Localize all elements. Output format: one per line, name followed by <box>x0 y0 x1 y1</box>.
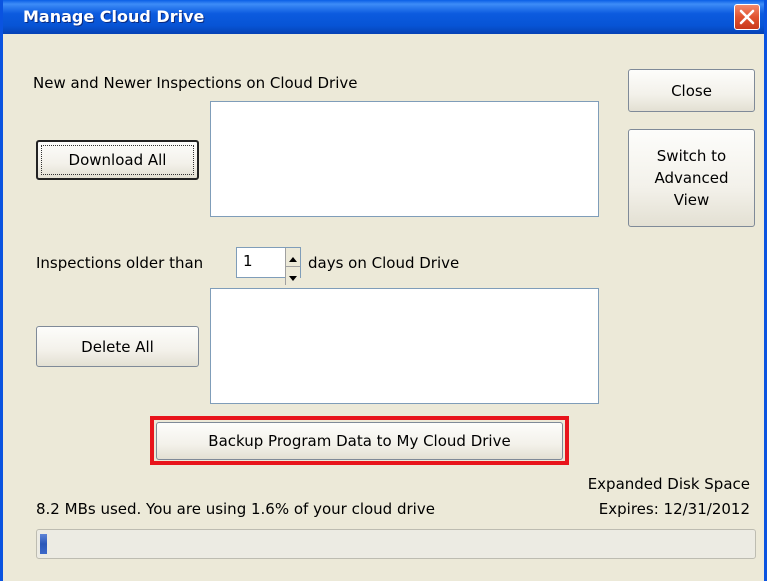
backup-highlight-box <box>150 416 569 465</box>
delete-all-label: Delete All <box>81 337 154 356</box>
usage-text: 8.2 MBs used. You are using 1.6% of your… <box>36 500 435 518</box>
spinner-buttons <box>285 248 300 285</box>
title-bar[interactable]: Manage Cloud Drive <box>3 0 764 34</box>
days-value[interactable]: 1 <box>243 252 253 270</box>
usage-progress-fill <box>40 534 47 554</box>
new-inspections-label: New and Newer Inspections on Cloud Drive <box>33 74 358 92</box>
new-inspections-list[interactable] <box>210 101 599 217</box>
older-inspections-list[interactable] <box>210 288 599 404</box>
close-window-button[interactable] <box>734 4 760 30</box>
download-all-button[interactable]: Download All <box>36 140 199 180</box>
window-title: Manage Cloud Drive <box>23 7 205 26</box>
days-spinner[interactable]: 1 <box>236 247 301 285</box>
switch-to-advanced-view-button[interactable]: Switch to Advanced View <box>628 129 755 227</box>
spin-down-button[interactable] <box>285 266 300 285</box>
focus-rectangle <box>41 145 194 175</box>
delete-all-button[interactable]: Delete All <box>36 326 199 367</box>
older-than-prefix-label: Inspections older than <box>36 254 204 272</box>
spin-up-icon <box>289 248 297 266</box>
expiry-date-label: Expires: 12/31/2012 <box>598 500 750 518</box>
expanded-disk-space-label: Expanded Disk Space <box>587 475 750 493</box>
close-button[interactable]: Close <box>628 69 755 112</box>
older-than-suffix-label: days on Cloud Drive <box>308 254 460 272</box>
manage-cloud-drive-dialog: Manage Cloud Drive New and Newer Inspect… <box>0 0 767 581</box>
switch-to-advanced-view-label: Switch to Advanced View <box>654 147 729 209</box>
usage-progress-bar <box>36 529 756 559</box>
spin-down-icon <box>289 267 297 285</box>
spin-up-button[interactable] <box>285 248 300 266</box>
close-button-label: Close <box>671 81 712 100</box>
